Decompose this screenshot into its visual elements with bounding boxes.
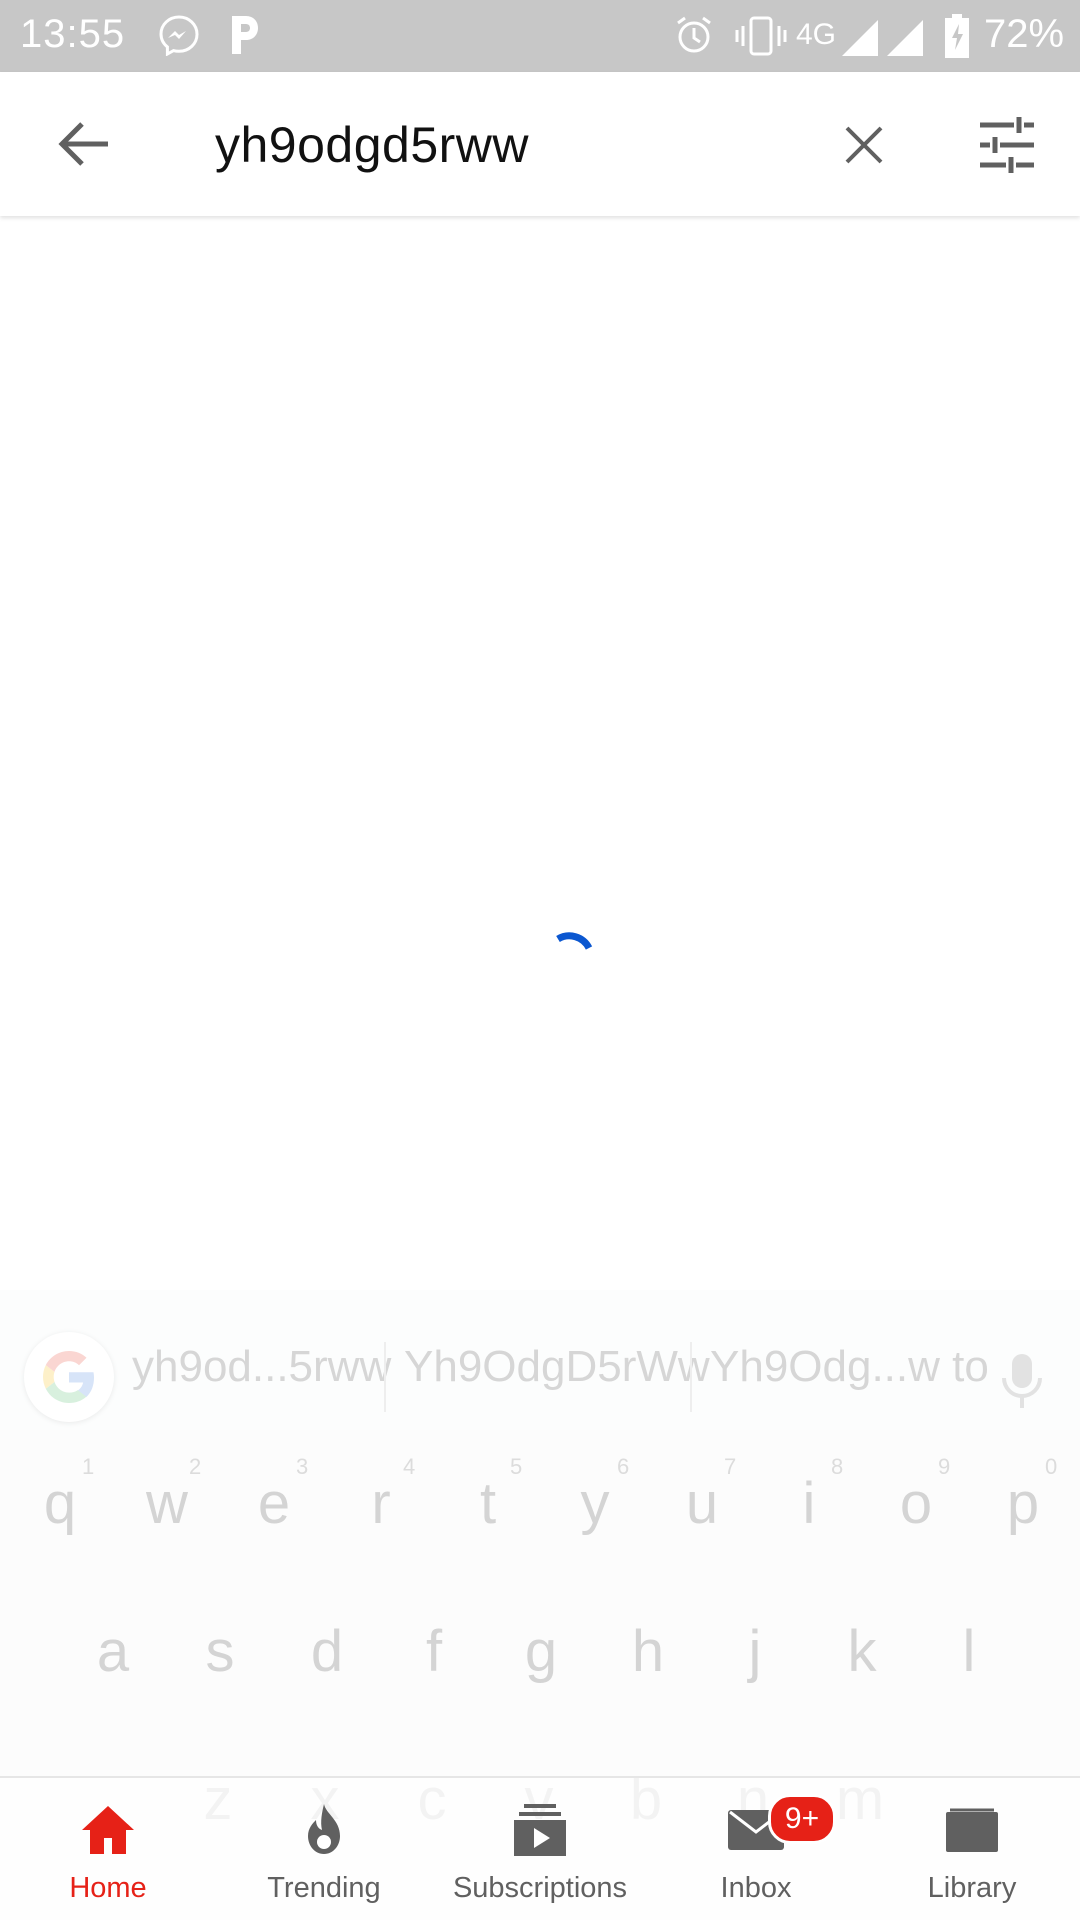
key-hint-7: 7 [724,1454,737,1479]
key-w[interactable]: w [127,1470,207,1537]
key-e[interactable]: e [234,1470,314,1537]
key-j[interactable]: j [715,1618,795,1685]
key-y[interactable]: y [555,1470,635,1537]
library-icon [946,1808,998,1852]
key-hint-5: 5 [510,1454,523,1479]
key-hint-3: 3 [296,1454,309,1479]
messenger-icon [159,15,199,56]
key-o[interactable]: o [876,1470,956,1537]
battery-percent: 72% [984,12,1065,56]
nav-home[interactable]: Home [0,1778,216,1922]
keyboard-suggestion[interactable]: yh9od...5rww [132,1342,391,1392]
key-hint-8: 8 [831,1454,844,1479]
back-arrow-icon[interactable] [56,118,112,170]
key-hint-4: 4 [403,1454,416,1479]
p-app-icon [232,16,258,54]
key-t[interactable]: t [448,1470,528,1537]
key-g[interactable]: g [501,1618,581,1685]
nav-label: Library [927,1872,1017,1904]
key-hint-9: 9 [938,1454,951,1479]
suggestion-divider [690,1342,692,1412]
nav-inbox[interactable]: Inbox [648,1778,864,1922]
search-header: yh9odgd5rww [0,72,1080,216]
key-p[interactable]: p [983,1470,1063,1537]
key-hint-0: 0 [1045,1454,1058,1479]
key-d[interactable]: d [287,1618,367,1685]
google-logo-icon[interactable] [24,1332,114,1422]
close-icon[interactable] [843,124,885,166]
trending-icon [308,1804,340,1854]
key-u[interactable]: u [662,1470,742,1537]
bottom-navigation: Home Trending Subscriptions Inbox Librar… [0,1776,1080,1922]
key-r[interactable]: r [341,1470,421,1537]
nav-label: Home [69,1872,147,1904]
key-s[interactable]: s [180,1618,260,1685]
key-i[interactable]: i [769,1470,849,1537]
keyboard-suggestion-bar: yh9od...5rww Yh9OdgD5rWw Yh9Odg...w to [0,1290,1080,1430]
nav-label: Inbox [720,1872,792,1904]
suggestion-divider [384,1342,386,1412]
keyboard-suggestion[interactable]: Yh9OdgD5rWw [404,1342,710,1392]
filter-icon[interactable] [978,117,1036,173]
nav-label: Subscriptions [452,1872,628,1904]
subscriptions-icon [514,1804,566,1856]
nav-trending[interactable]: Trending [216,1778,432,1922]
nav-library[interactable]: Library [864,1778,1080,1922]
key-hint-6: 6 [617,1454,630,1479]
battery-charging-icon [945,14,969,58]
key-q[interactable]: q [20,1470,100,1537]
signal-icon-2 [887,20,923,56]
vibrate-icon [735,16,787,56]
status-bar: 13:55 4G 72% [0,0,1080,72]
key-h[interactable]: h [608,1618,688,1685]
inbox-badge: 9+ [768,1794,836,1844]
search-input[interactable]: yh9odgd5rww [215,116,529,174]
alarm-icon [677,16,711,53]
loading-spinner [556,932,593,950]
key-l[interactable]: l [929,1618,1009,1685]
key-f[interactable]: f [394,1618,474,1685]
signal-icon [842,20,878,56]
nav-subscriptions[interactable]: Subscriptions [432,1778,648,1922]
status-time: 13:55 [20,12,126,56]
key-k[interactable]: k [822,1618,902,1685]
nav-label: Trending [267,1872,381,1904]
microphone-icon[interactable] [1000,1352,1044,1410]
network-type: 4G [796,18,837,51]
key-a[interactable]: a [73,1618,153,1685]
key-hint-2: 2 [189,1454,202,1479]
keyboard-suggestion[interactable]: Yh9Odg...w to [710,1342,989,1392]
home-icon [82,1806,134,1854]
key-hint-1: 1 [82,1454,95,1479]
